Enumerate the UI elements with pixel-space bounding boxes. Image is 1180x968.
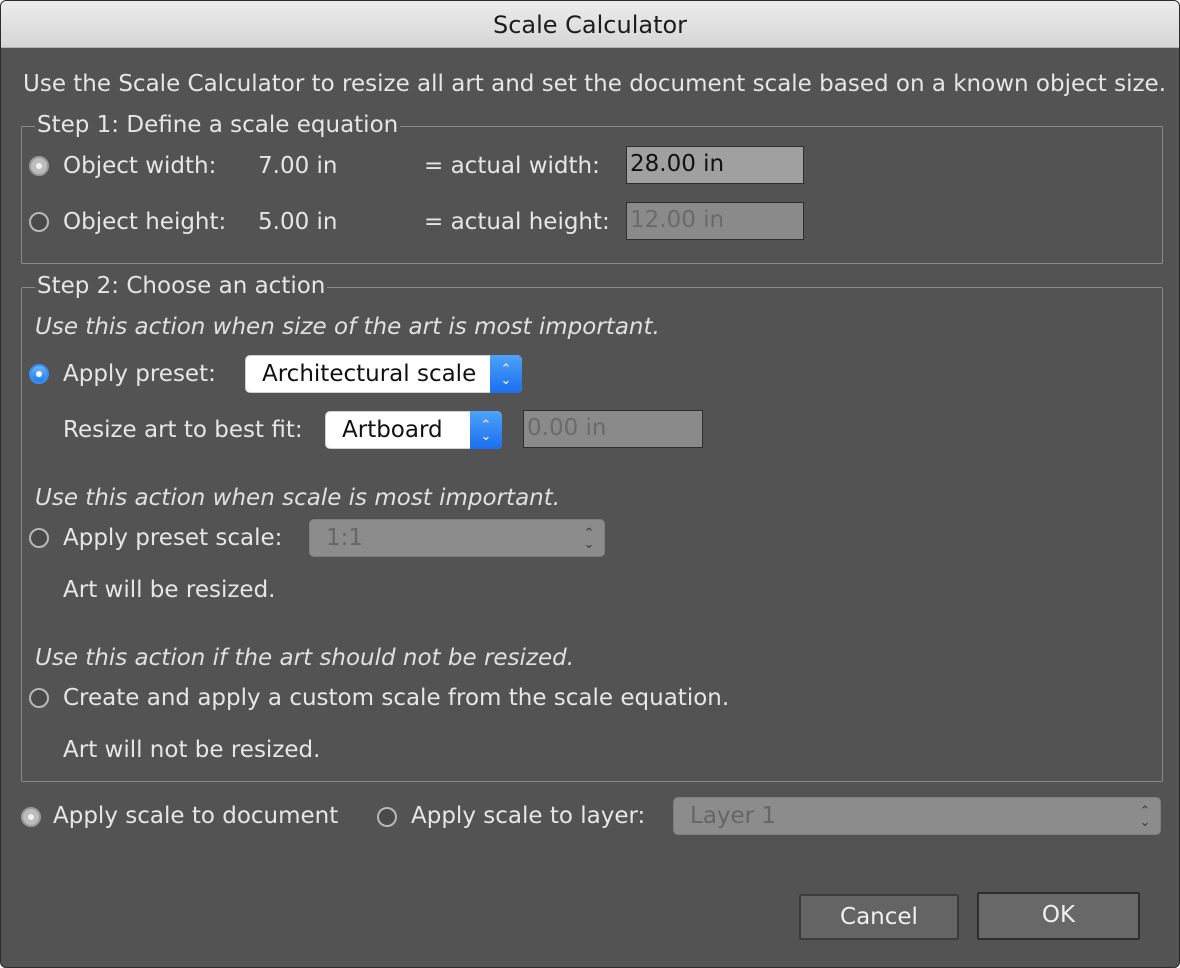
chevron-up-down-icon: ⌃ ⌄ <box>1139 804 1151 830</box>
actual-height-label: = actual height: <box>424 209 610 235</box>
apply-layer-radio[interactable] <box>377 807 397 827</box>
hint-scale-important: Use this action when scale is most impor… <box>35 485 561 511</box>
chevron-up-down-icon: ⌃ ⌄ <box>583 526 595 552</box>
step1-group <box>21 126 1163 264</box>
object-height-value: 5.00 in <box>258 209 338 235</box>
apply-preset-label: Apply preset: <box>63 361 216 387</box>
resize-fit-popup-value: Artboard <box>342 417 443 443</box>
hint-size-important: Use this action when size of the art is … <box>35 314 660 340</box>
ok-button[interactable]: OK <box>977 892 1140 940</box>
actual-width-field[interactable]: 28.00 in <box>626 146 804 184</box>
cancel-button[interactable]: Cancel <box>799 894 959 940</box>
resize-fit-label: Resize art to best fit: <box>63 417 303 443</box>
preset-popup-value: Architectural scale <box>262 361 477 387</box>
object-width-value: 7.00 in <box>258 153 338 179</box>
art-not-resized-note: Art will not be resized. <box>63 737 321 763</box>
custom-scale-label: Create and apply a custom scale from the… <box>63 685 730 711</box>
apply-layer-label: Apply scale to layer: <box>411 803 646 829</box>
object-height-label: Object height: <box>63 209 227 235</box>
chevron-up-down-icon: ⌃ ⌄ <box>470 411 502 449</box>
description-text: Use the Scale Calculator to resize all a… <box>23 71 1167 97</box>
dialog-title: Scale Calculator <box>1 1 1179 48</box>
object-width-label: Object width: <box>63 153 217 179</box>
actual-height-field[interactable]: 12.00 in <box>626 202 804 240</box>
object-width-radio[interactable] <box>29 156 49 176</box>
preset-scale-popup[interactable]: 1:1 ⌃ ⌄ <box>309 519 605 557</box>
preset-popup[interactable]: Architectural scale ⌃ ⌄ <box>245 355 522 393</box>
apply-preset-radio[interactable] <box>29 364 49 384</box>
hint-no-resize: Use this action if the art should not be… <box>35 645 575 671</box>
preset-scale-popup-value: 1:1 <box>326 525 364 551</box>
resize-fit-popup[interactable]: Artboard ⌃ ⌄ <box>325 411 502 449</box>
actual-width-label: = actual width: <box>424 153 600 179</box>
scale-calculator-dialog: Scale Calculator Use the Scale Calculato… <box>0 0 1180 968</box>
apply-document-label: Apply scale to document <box>53 803 339 829</box>
apply-preset-scale-label: Apply preset scale: <box>63 525 283 551</box>
custom-scale-radio[interactable] <box>29 688 49 708</box>
layer-popup[interactable]: Layer 1 ⌃ ⌄ <box>673 797 1161 835</box>
resize-fit-field[interactable]: 0.00 in <box>523 410 703 448</box>
step2-legend: Step 2: Choose an action <box>35 273 328 299</box>
layer-popup-value: Layer 1 <box>690 803 777 829</box>
object-height-radio[interactable] <box>29 212 49 232</box>
apply-document-radio[interactable] <box>21 807 41 827</box>
chevron-up-down-icon: ⌃ ⌄ <box>490 355 522 393</box>
art-resized-note: Art will be resized. <box>63 577 276 603</box>
apply-preset-scale-radio[interactable] <box>29 528 49 548</box>
step1-legend: Step 1: Define a scale equation <box>35 112 401 138</box>
